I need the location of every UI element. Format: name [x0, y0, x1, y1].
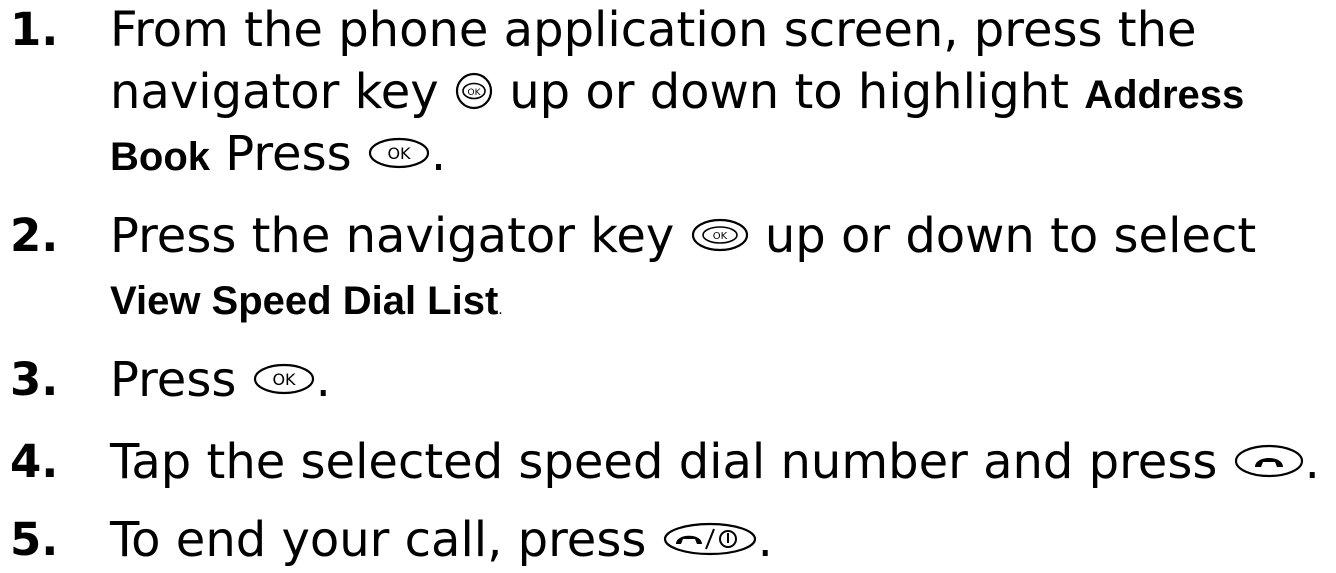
step-number: 5. — [10, 513, 59, 566]
svg-text:OK: OK — [712, 231, 727, 242]
end-power-key-icon — [662, 521, 758, 557]
svg-text:OK: OK — [467, 88, 481, 98]
step-3-text: . — [315, 352, 331, 408]
step-1-text: up or down to highlight — [509, 64, 1069, 120]
menu-label-address-book: Address — [1084, 73, 1245, 117]
ok-key-icon: OK — [252, 362, 316, 396]
step-2-text: Press the navigator key — [110, 208, 675, 264]
menu-label-view-speed-dial-list: View Speed Dial List — [110, 279, 499, 323]
step-1-line-2: navigator key OK up or down to highlight… — [110, 62, 1244, 125]
step-number: 1. — [10, 3, 59, 56]
instruction-page: 1. From the phone application screen, pr… — [0, 0, 1336, 573]
step-1-text: From the phone application screen, press… — [110, 2, 1197, 58]
navigator-key-icon: OK — [690, 217, 750, 253]
step-5-line-1: To end your call, press . — [110, 510, 773, 570]
step-5-text: To end your call, press — [110, 512, 647, 568]
ok-key-icon: OK — [367, 136, 431, 170]
svg-text:OK: OK — [387, 144, 411, 163]
step-1-line-1: From the phone application screen, press… — [110, 0, 1197, 60]
step-2-text: up or down to select — [764, 208, 1257, 264]
step-4-line-1: Tap the selected speed dial number and p… — [110, 432, 1320, 492]
step-1-line-3: Book Press OK . — [110, 124, 446, 187]
step-4-text: . — [1304, 434, 1320, 490]
step-4-text: Tap the selected speed dial number and p… — [110, 434, 1218, 490]
step-2-line-1: Press the navigator key OK up or down to… — [110, 206, 1256, 266]
step-3-text: Press — [110, 352, 237, 408]
svg-text:OK: OK — [272, 370, 296, 389]
step-2-period: . — [498, 302, 503, 318]
step-number: 3. — [10, 353, 59, 406]
send-key-icon — [1233, 443, 1305, 479]
navigator-key-icon: OK — [454, 71, 494, 111]
step-5-text: . — [757, 512, 773, 568]
step-2-line-2: View Speed Dial List. — [110, 268, 503, 340]
step-number: 4. — [10, 435, 59, 488]
step-number: 2. — [10, 209, 59, 262]
menu-label-address-book: Book — [110, 135, 210, 179]
step-1-text: Press — [225, 126, 352, 182]
step-3-line-1: Press OK . — [110, 350, 331, 410]
step-1-text: . — [430, 126, 447, 182]
step-1-text: navigator key — [110, 64, 439, 120]
